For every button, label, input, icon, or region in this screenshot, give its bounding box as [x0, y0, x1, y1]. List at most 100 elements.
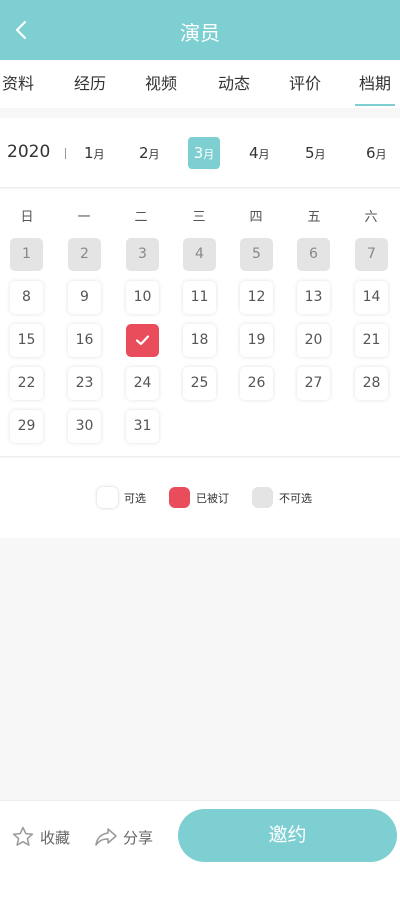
divider: [65, 148, 66, 159]
weekday-thu: 四: [249, 210, 263, 225]
calendar-day-25[interactable]: 25: [183, 367, 216, 400]
calendar-day-21[interactable]: 21: [355, 324, 388, 357]
calendar-day-17[interactable]: [126, 324, 159, 357]
calendar-day-8[interactable]: 8: [10, 281, 43, 314]
month-2[interactable]: 2月: [139, 137, 160, 169]
calendar-day-30[interactable]: 30: [68, 410, 101, 443]
calendar-day-1: 1: [10, 238, 43, 271]
day-number: 27: [304, 375, 323, 391]
tab-experience[interactable]: 经历: [74, 60, 106, 108]
calendar-day-14[interactable]: 14: [355, 281, 388, 314]
calendar-day-27[interactable]: 27: [297, 367, 330, 400]
calendar-day-31[interactable]: 31: [126, 410, 159, 443]
calendar-day-2: 2: [68, 238, 101, 271]
invite-button[interactable]: 邀约: [178, 809, 397, 862]
legend-available-label: 可选: [124, 492, 146, 505]
day-number: 23: [75, 375, 94, 391]
favorite-button[interactable]: 收藏: [11, 825, 75, 849]
month-number: 5: [305, 144, 315, 162]
month-unit: 月: [93, 148, 105, 161]
legend: 可选 已被订 不可选: [0, 458, 400, 538]
tab-bar: 资料 经历 视频 动态 评价 档期: [0, 60, 400, 108]
day-number: 31: [133, 418, 152, 434]
tab-profile[interactable]: 资料: [2, 60, 34, 108]
day-number: 19: [247, 332, 266, 348]
calendar-day-19[interactable]: 19: [240, 324, 273, 357]
page-title: 演员: [180, 21, 220, 45]
legend-booked-swatch: [169, 487, 190, 508]
tab-videos[interactable]: 视频: [145, 60, 177, 108]
day-number: 6: [309, 246, 318, 262]
calendar-day-11[interactable]: 11: [183, 281, 216, 314]
calendar-day-24[interactable]: 24: [126, 367, 159, 400]
day-number: 28: [362, 375, 381, 391]
weekday-sun: 日: [20, 210, 34, 225]
day-number: 2: [80, 246, 89, 262]
legend-available-swatch: [97, 487, 118, 508]
calendar-day-15[interactable]: 15: [10, 324, 43, 357]
day-number: 21: [362, 332, 381, 348]
legend-unavailable-swatch: [252, 487, 273, 508]
month-4[interactable]: 4月: [249, 137, 270, 169]
year-label: 2020: [7, 142, 51, 162]
day-number: 22: [17, 375, 36, 391]
day-number: 29: [17, 418, 36, 434]
month-5[interactable]: 5月: [305, 137, 326, 169]
calendar-day-6: 6: [297, 238, 330, 271]
calendar-day-3: 3: [126, 238, 159, 271]
day-number: 15: [17, 332, 36, 348]
calendar-day-12[interactable]: 12: [240, 281, 273, 314]
day-number: 1: [22, 246, 31, 262]
day-number: 24: [133, 375, 152, 391]
weekday-fri: 五: [307, 210, 321, 225]
calendar-day-13[interactable]: 13: [297, 281, 330, 314]
month-unit: 月: [203, 148, 215, 161]
tab-moments[interactable]: 动态: [218, 60, 250, 108]
month-unit: 月: [258, 148, 270, 161]
share-button[interactable]: 分享: [94, 825, 158, 849]
day-number: 18: [190, 332, 209, 348]
day-number: 30: [75, 418, 94, 434]
month-1[interactable]: 1月: [84, 137, 105, 169]
month-number: 3: [193, 144, 204, 162]
day-number: 16: [75, 332, 94, 348]
checkmark-icon: [135, 335, 150, 346]
day-number: 11: [190, 289, 209, 305]
calendar-day-29[interactable]: 29: [10, 410, 43, 443]
day-number: 25: [190, 375, 209, 391]
calendar-day-10[interactable]: 10: [126, 281, 159, 314]
tab-reviews[interactable]: 评价: [289, 60, 321, 108]
day-number: 3: [138, 246, 147, 262]
day-number: 8: [22, 289, 31, 305]
calendar-day-5: 5: [240, 238, 273, 271]
calendar-day-23[interactable]: 23: [68, 367, 101, 400]
month-6[interactable]: 6月: [366, 137, 387, 169]
calendar-day-20[interactable]: 20: [297, 324, 330, 357]
day-number: 13: [304, 289, 323, 305]
weekday-sat: 六: [364, 210, 378, 225]
month-unit: 月: [375, 148, 387, 161]
day-number: 9: [80, 289, 89, 305]
legend-booked-label: 已被订: [196, 492, 229, 505]
calendar-day-16[interactable]: 16: [68, 324, 101, 357]
month-number: 6: [366, 144, 376, 162]
month-number: 4: [249, 144, 259, 162]
month-3[interactable]: 3月: [188, 137, 220, 169]
calendar-day-28[interactable]: 28: [355, 367, 388, 400]
star-icon: [12, 826, 34, 846]
calendar-day-26[interactable]: 26: [240, 367, 273, 400]
bottom-action-bar: 收藏 分享 邀约: [0, 800, 400, 900]
weekday-tue: 二: [134, 210, 148, 225]
legend-unavailable-label: 不可选: [279, 492, 312, 505]
calendar-day-22[interactable]: 22: [10, 367, 43, 400]
month-unit: 月: [314, 148, 326, 161]
calendar-day-9[interactable]: 9: [68, 281, 101, 314]
calendar-day-18[interactable]: 18: [183, 324, 216, 357]
weekday-mon: 一: [77, 210, 91, 225]
day-number: 5: [252, 246, 261, 262]
month-unit: 月: [148, 148, 160, 161]
day-number: 14: [362, 289, 381, 305]
share-icon: [95, 828, 117, 846]
day-number: 7: [367, 246, 376, 262]
tab-schedule[interactable]: 档期: [355, 60, 396, 108]
